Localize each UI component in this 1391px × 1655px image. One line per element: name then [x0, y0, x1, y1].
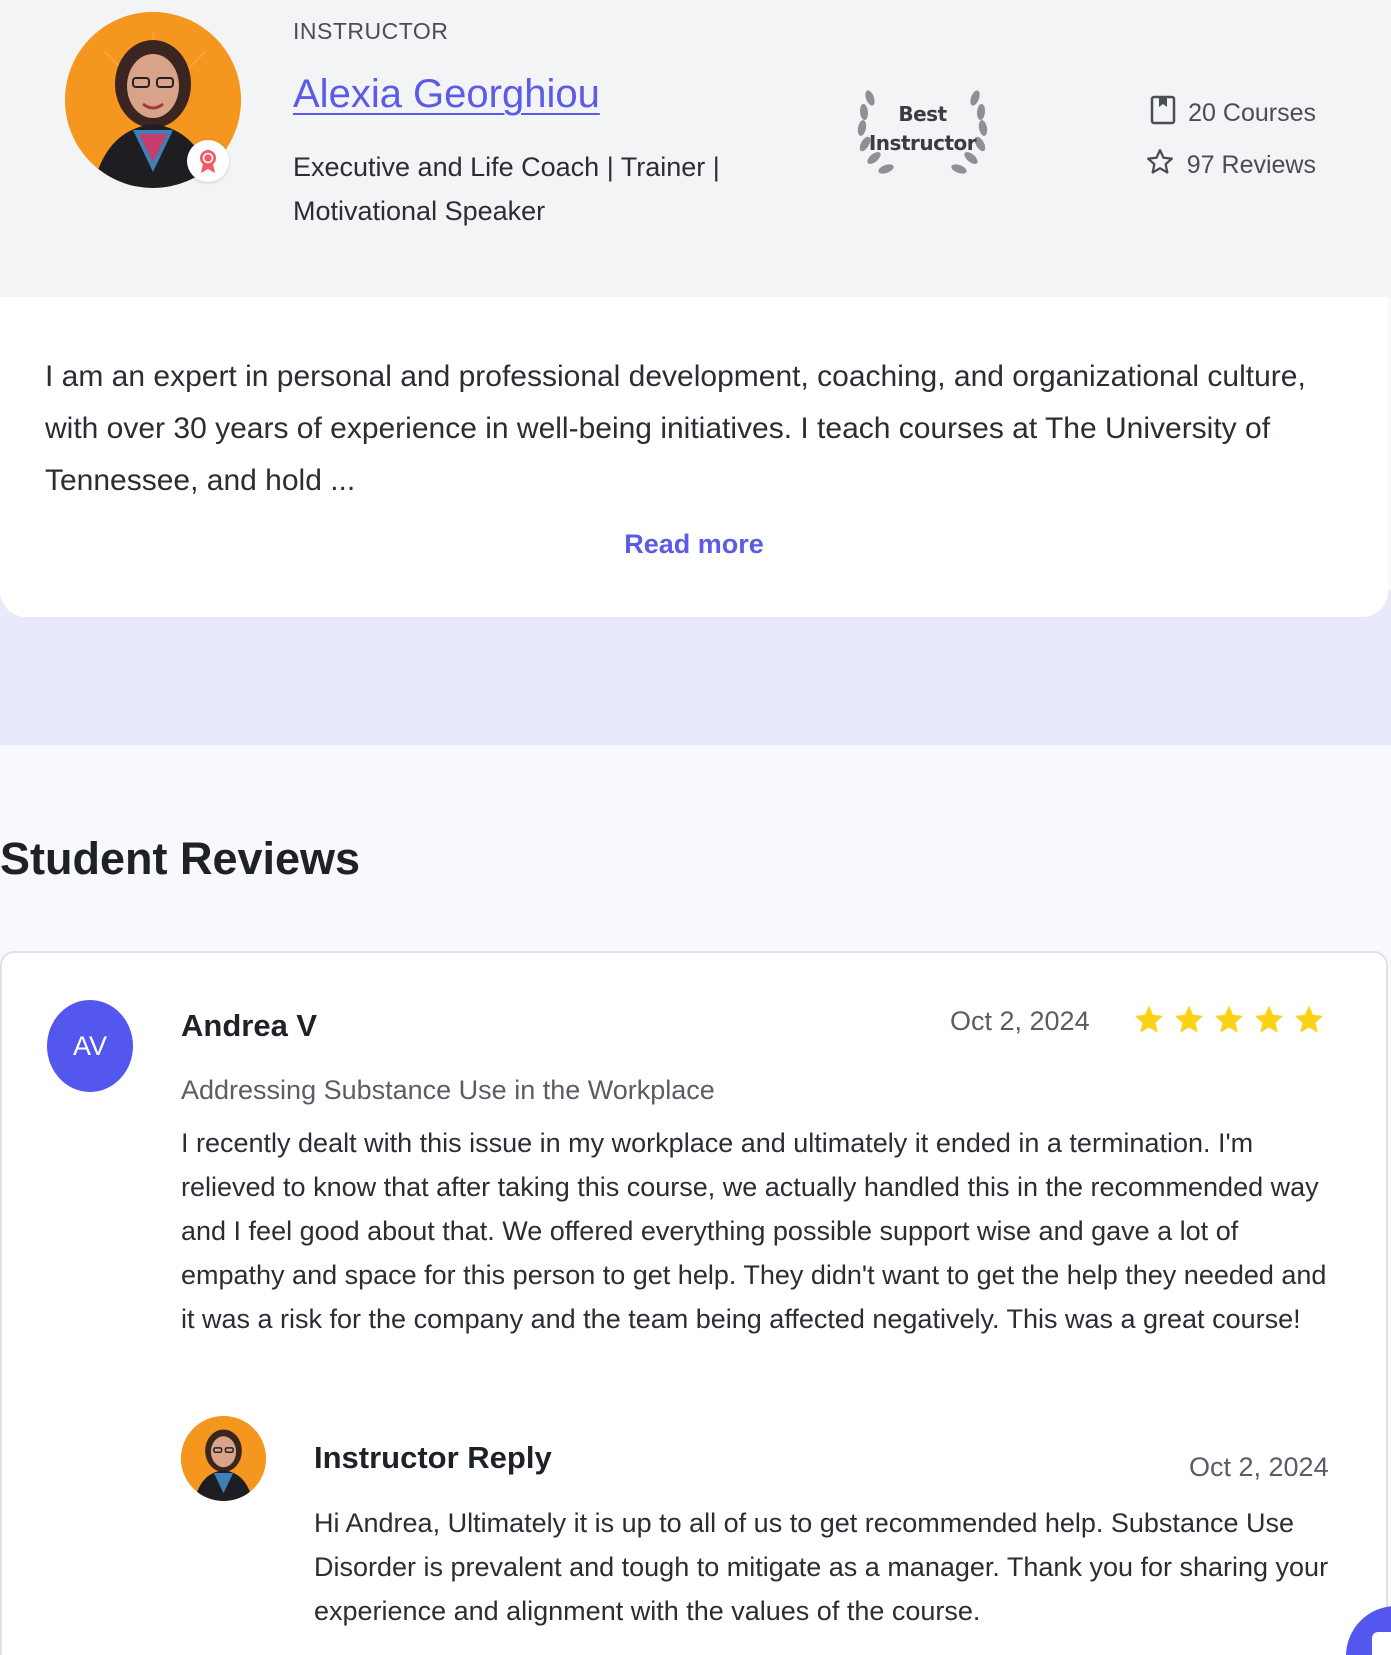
instructor-reply-avatar [181, 1416, 266, 1501]
star-filled-icon [1252, 1003, 1286, 1042]
instructor-title: Executive and Life Coach | Trainer | Mot… [293, 152, 720, 226]
student-reviews-heading: Student Reviews [0, 833, 361, 884]
instructor-reply-body: Hi Andrea, Ultimately it is up to all of… [314, 1508, 1329, 1626]
instructor-reply-title: Instructor Reply [314, 1440, 552, 1475]
section-divider-band [0, 617, 1391, 745]
instructor-reply-date: Oct 2, 2024 [1189, 1452, 1329, 1482]
review-date: Oct 2, 2024 [950, 1006, 1090, 1036]
reviews-count: 97 Reviews [1145, 147, 1316, 184]
badge-line-1: Best [898, 102, 947, 126]
courses-count: 20 Courses [1150, 95, 1316, 132]
star-filled-icon [1132, 1003, 1166, 1042]
star-outline-icon [1145, 147, 1175, 184]
star-filled-icon [1172, 1003, 1206, 1042]
instructor-name-link[interactable]: Alexia Georghiou [293, 72, 600, 117]
courses-count-label: 20 Courses [1188, 99, 1316, 127]
instructor-about-card: I am an expert in personal and professio… [0, 297, 1388, 617]
reviews-count-label: 97 Reviews [1186, 151, 1316, 179]
instructor-about-text: I am an expert in personal and professio… [45, 360, 1306, 497]
reviewer-avatar: AV [47, 1000, 133, 1092]
instructor-kicker: INSTRUCTOR [293, 18, 449, 44]
review-body: I recently dealt with this issue in my w… [181, 1128, 1327, 1334]
star-filled-icon [1212, 1003, 1246, 1042]
best-instructor-badge: Best Instructor [850, 78, 995, 180]
star-filled-icon [1292, 1003, 1326, 1042]
badge-line-2: Instructor [868, 131, 977, 155]
read-more-link[interactable]: Read more [0, 529, 1388, 560]
book-icon [1150, 95, 1176, 132]
reviewer-name: Andrea V [181, 1008, 318, 1043]
chat-bubble-icon [1372, 1632, 1391, 1655]
award-ribbon-icon [187, 140, 229, 182]
review-course-name: Addressing Substance Use in the Workplac… [181, 1075, 715, 1105]
review-rating [1132, 1003, 1326, 1042]
